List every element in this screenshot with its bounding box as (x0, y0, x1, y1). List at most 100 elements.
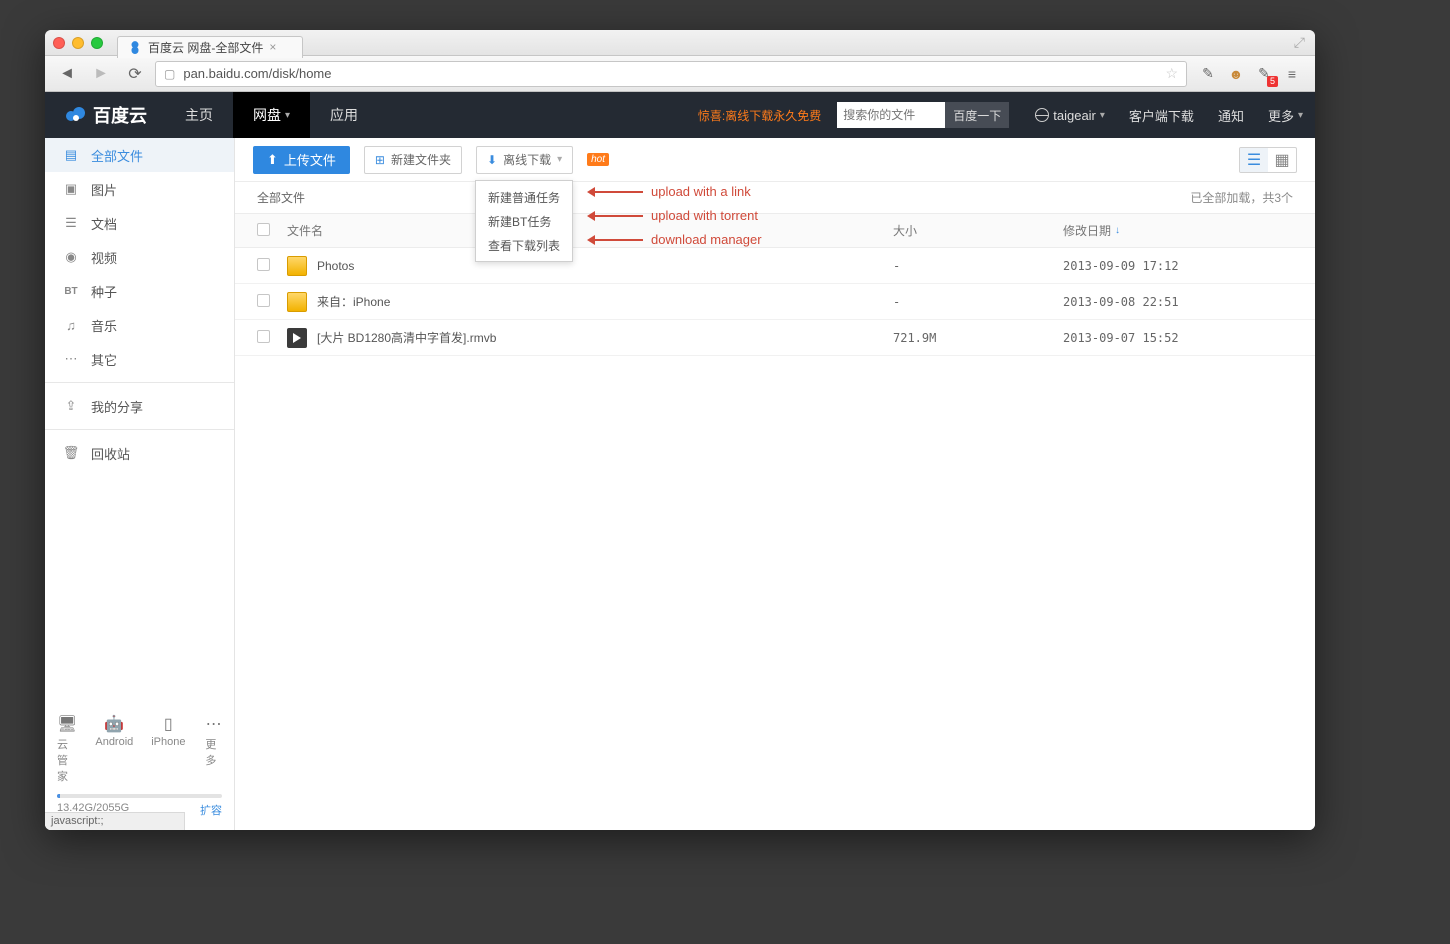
logo[interactable]: 百度云 (45, 102, 165, 128)
new-folder-button[interactable]: ⊞ 新建文件夹 (364, 146, 462, 174)
search-input[interactable] (837, 102, 945, 128)
trash-icon: 🗑 (63, 445, 79, 461)
promo-text: 惊喜:离线下载永久免费 (698, 107, 821, 124)
select-all-checkbox[interactable] (257, 223, 270, 236)
menu-icon[interactable]: ≡ (1283, 65, 1301, 83)
view-toggle: ☰ ▦ (1239, 147, 1297, 173)
back-button[interactable]: ◄ (53, 60, 81, 88)
expand-window-icon[interactable]: ⤢ (1294, 34, 1305, 51)
picker-extension-icon[interactable]: ✎ (1199, 65, 1217, 83)
sidebar-item-label: 全部文件 (91, 146, 143, 165)
zoom-window-icon[interactable] (91, 37, 103, 49)
logo-text: 百度云 (93, 102, 147, 128)
user-menu[interactable]: taigeair ▾ (1023, 108, 1117, 123)
file-date: 2013-09-09 17:12 (1063, 259, 1293, 273)
sidebar-item-images[interactable]: ▣ 图片 (45, 172, 234, 206)
browser-tab[interactable]: 百度云 网盘-全部文件 × (117, 36, 303, 58)
file-size: - (893, 259, 1063, 273)
file-date: 2013-09-07 15:52 (1063, 331, 1293, 345)
username: taigeair (1053, 108, 1096, 123)
extension-icons: ✎ ☻ ✎ ≡ (1193, 65, 1307, 83)
close-window-icon[interactable] (53, 37, 65, 49)
sidebar-item-music[interactable]: ♫ 音乐 (45, 308, 234, 342)
minimize-window-icon[interactable] (72, 37, 84, 49)
globe-icon (1035, 108, 1049, 122)
col-size[interactable]: 大小 (893, 222, 1063, 239)
sidebar-item-label: 其它 (91, 350, 117, 369)
nav-apps[interactable]: 应用 (310, 92, 378, 138)
list-view-button[interactable]: ☰ (1240, 148, 1268, 172)
sidebar-item-label: 图片 (91, 180, 117, 199)
table-header: 文件名 大小 修改日期 ↓ (235, 214, 1315, 248)
row-checkbox[interactable] (257, 294, 270, 307)
device-iphone[interactable]: ▯iPhone (151, 714, 185, 784)
nav-disk[interactable]: 网盘▾ (233, 92, 310, 138)
file-size: - (893, 295, 1063, 309)
address-bar[interactable]: ▢ pan.baidu.com/disk/home ☆ (155, 61, 1187, 87)
sidebar-item-video[interactable]: ◉ 视频 (45, 240, 234, 274)
forward-button[interactable]: ► (87, 60, 115, 88)
sidebar-item-label: 文档 (91, 214, 117, 233)
content-toolbar: ⬆ 上传文件 ⊞ 新建文件夹 ⬇ 离线下载 ▾ hot ☰ ▦ (235, 138, 1315, 182)
monitor-icon: 🖥 (57, 714, 77, 734)
grid-view-button[interactable]: ▦ (1268, 148, 1296, 172)
android-icon: 🤖 (104, 714, 124, 734)
folder-icon (287, 256, 307, 276)
search-button[interactable]: 百度一下 (945, 102, 1009, 128)
file-name: Photos (317, 259, 354, 273)
col-date[interactable]: 修改日期 ↓ (1063, 222, 1293, 239)
tab-close-icon[interactable]: × (269, 40, 276, 54)
video-file-icon (287, 328, 307, 348)
sidebar-item-label: 我的分享 (91, 397, 143, 416)
bookmark-icon[interactable]: ☆ (1165, 65, 1178, 82)
table-row[interactable]: [大片 BD1280高清中字首发].rmvb721.9M2013-09-07 1… (235, 320, 1315, 356)
sidebar-item-all[interactable]: ▤ 全部文件 (45, 138, 234, 172)
traffic-lights[interactable] (53, 37, 103, 49)
upload-icon: ⬆ (267, 152, 278, 168)
sidebar-item-other[interactable]: ⋯ 其它 (45, 342, 234, 376)
face-extension-icon[interactable]: ☻ (1227, 65, 1245, 83)
header-search: 百度一下 (837, 102, 1009, 128)
device-more[interactable]: ⋯更多 (205, 714, 222, 784)
row-checkbox[interactable] (257, 258, 270, 271)
sidebar: ▤ 全部文件 ▣ 图片 ☰ 文档 ◉ 视频 BT 种子 ♫ 音乐 (45, 138, 235, 830)
notifications-link[interactable]: 通知 (1206, 106, 1256, 125)
sidebar-item-label: 音乐 (91, 316, 117, 335)
notification-extension-icon[interactable]: ✎ (1255, 65, 1273, 83)
sidebar-item-label: 种子 (91, 282, 117, 301)
offline-download-button[interactable]: ⬇ 离线下载 ▾ (476, 146, 573, 174)
dropdown-item-list[interactable]: 查看下载列表 (476, 233, 572, 257)
folder-icon (287, 292, 307, 312)
sidebar-item-bt[interactable]: BT 种子 (45, 274, 234, 308)
browser-window: 百度云 网盘-全部文件 × ⤢ ◄ ► ⟳ ▢ pan.baidu.com/di… (45, 30, 1315, 830)
sidebar-item-label: 视频 (91, 248, 117, 267)
chevron-down-icon: ▾ (1100, 110, 1105, 121)
sidebar-item-docs[interactable]: ☰ 文档 (45, 206, 234, 240)
upload-button[interactable]: ⬆ 上传文件 (253, 146, 350, 174)
sidebar-item-trash[interactable]: 🗑 回收站 (45, 436, 234, 470)
row-checkbox[interactable] (257, 330, 270, 343)
device-desktop[interactable]: 🖥云管家 (57, 714, 77, 784)
page-icon: ▢ (164, 67, 175, 81)
main-area: ▤ 全部文件 ▣ 图片 ☰ 文档 ◉ 视频 BT 种子 ♫ 音乐 (45, 138, 1315, 830)
expand-quota-link[interactable]: 扩容 (200, 802, 222, 818)
bt-icon: BT (63, 283, 79, 299)
dropdown-item-normal[interactable]: 新建普通任务 (476, 185, 572, 209)
breadcrumb[interactable]: 全部文件 (257, 189, 305, 206)
table-row[interactable]: Photos -2013-09-09 17:12 (235, 248, 1315, 284)
video-icon: ◉ (63, 249, 79, 265)
client-download-link[interactable]: 客户端下载 (1117, 106, 1206, 125)
table-row[interactable]: 来自：iPhone-2013-09-08 22:51 (235, 284, 1315, 320)
more-link[interactable]: 更多▾ (1256, 106, 1315, 125)
tab-title: 百度云 网盘-全部文件 (148, 39, 263, 56)
sidebar-item-share[interactable]: ⇪ 我的分享 (45, 389, 234, 423)
col-name[interactable]: 文件名 (287, 222, 893, 239)
reload-button[interactable]: ⟳ (121, 60, 149, 88)
file-rows: Photos-2013-09-09 17:12来自：iPhone-2013-09… (235, 248, 1315, 356)
chevron-down-icon: ▾ (285, 110, 290, 121)
device-android[interactable]: 🤖Android (97, 714, 131, 784)
chevron-down-icon: ▾ (1298, 110, 1303, 121)
nav-home[interactable]: 主页 (165, 92, 233, 138)
dropdown-item-bt[interactable]: 新建BT任务 (476, 209, 572, 233)
doc-icon: ☰ (63, 215, 79, 231)
